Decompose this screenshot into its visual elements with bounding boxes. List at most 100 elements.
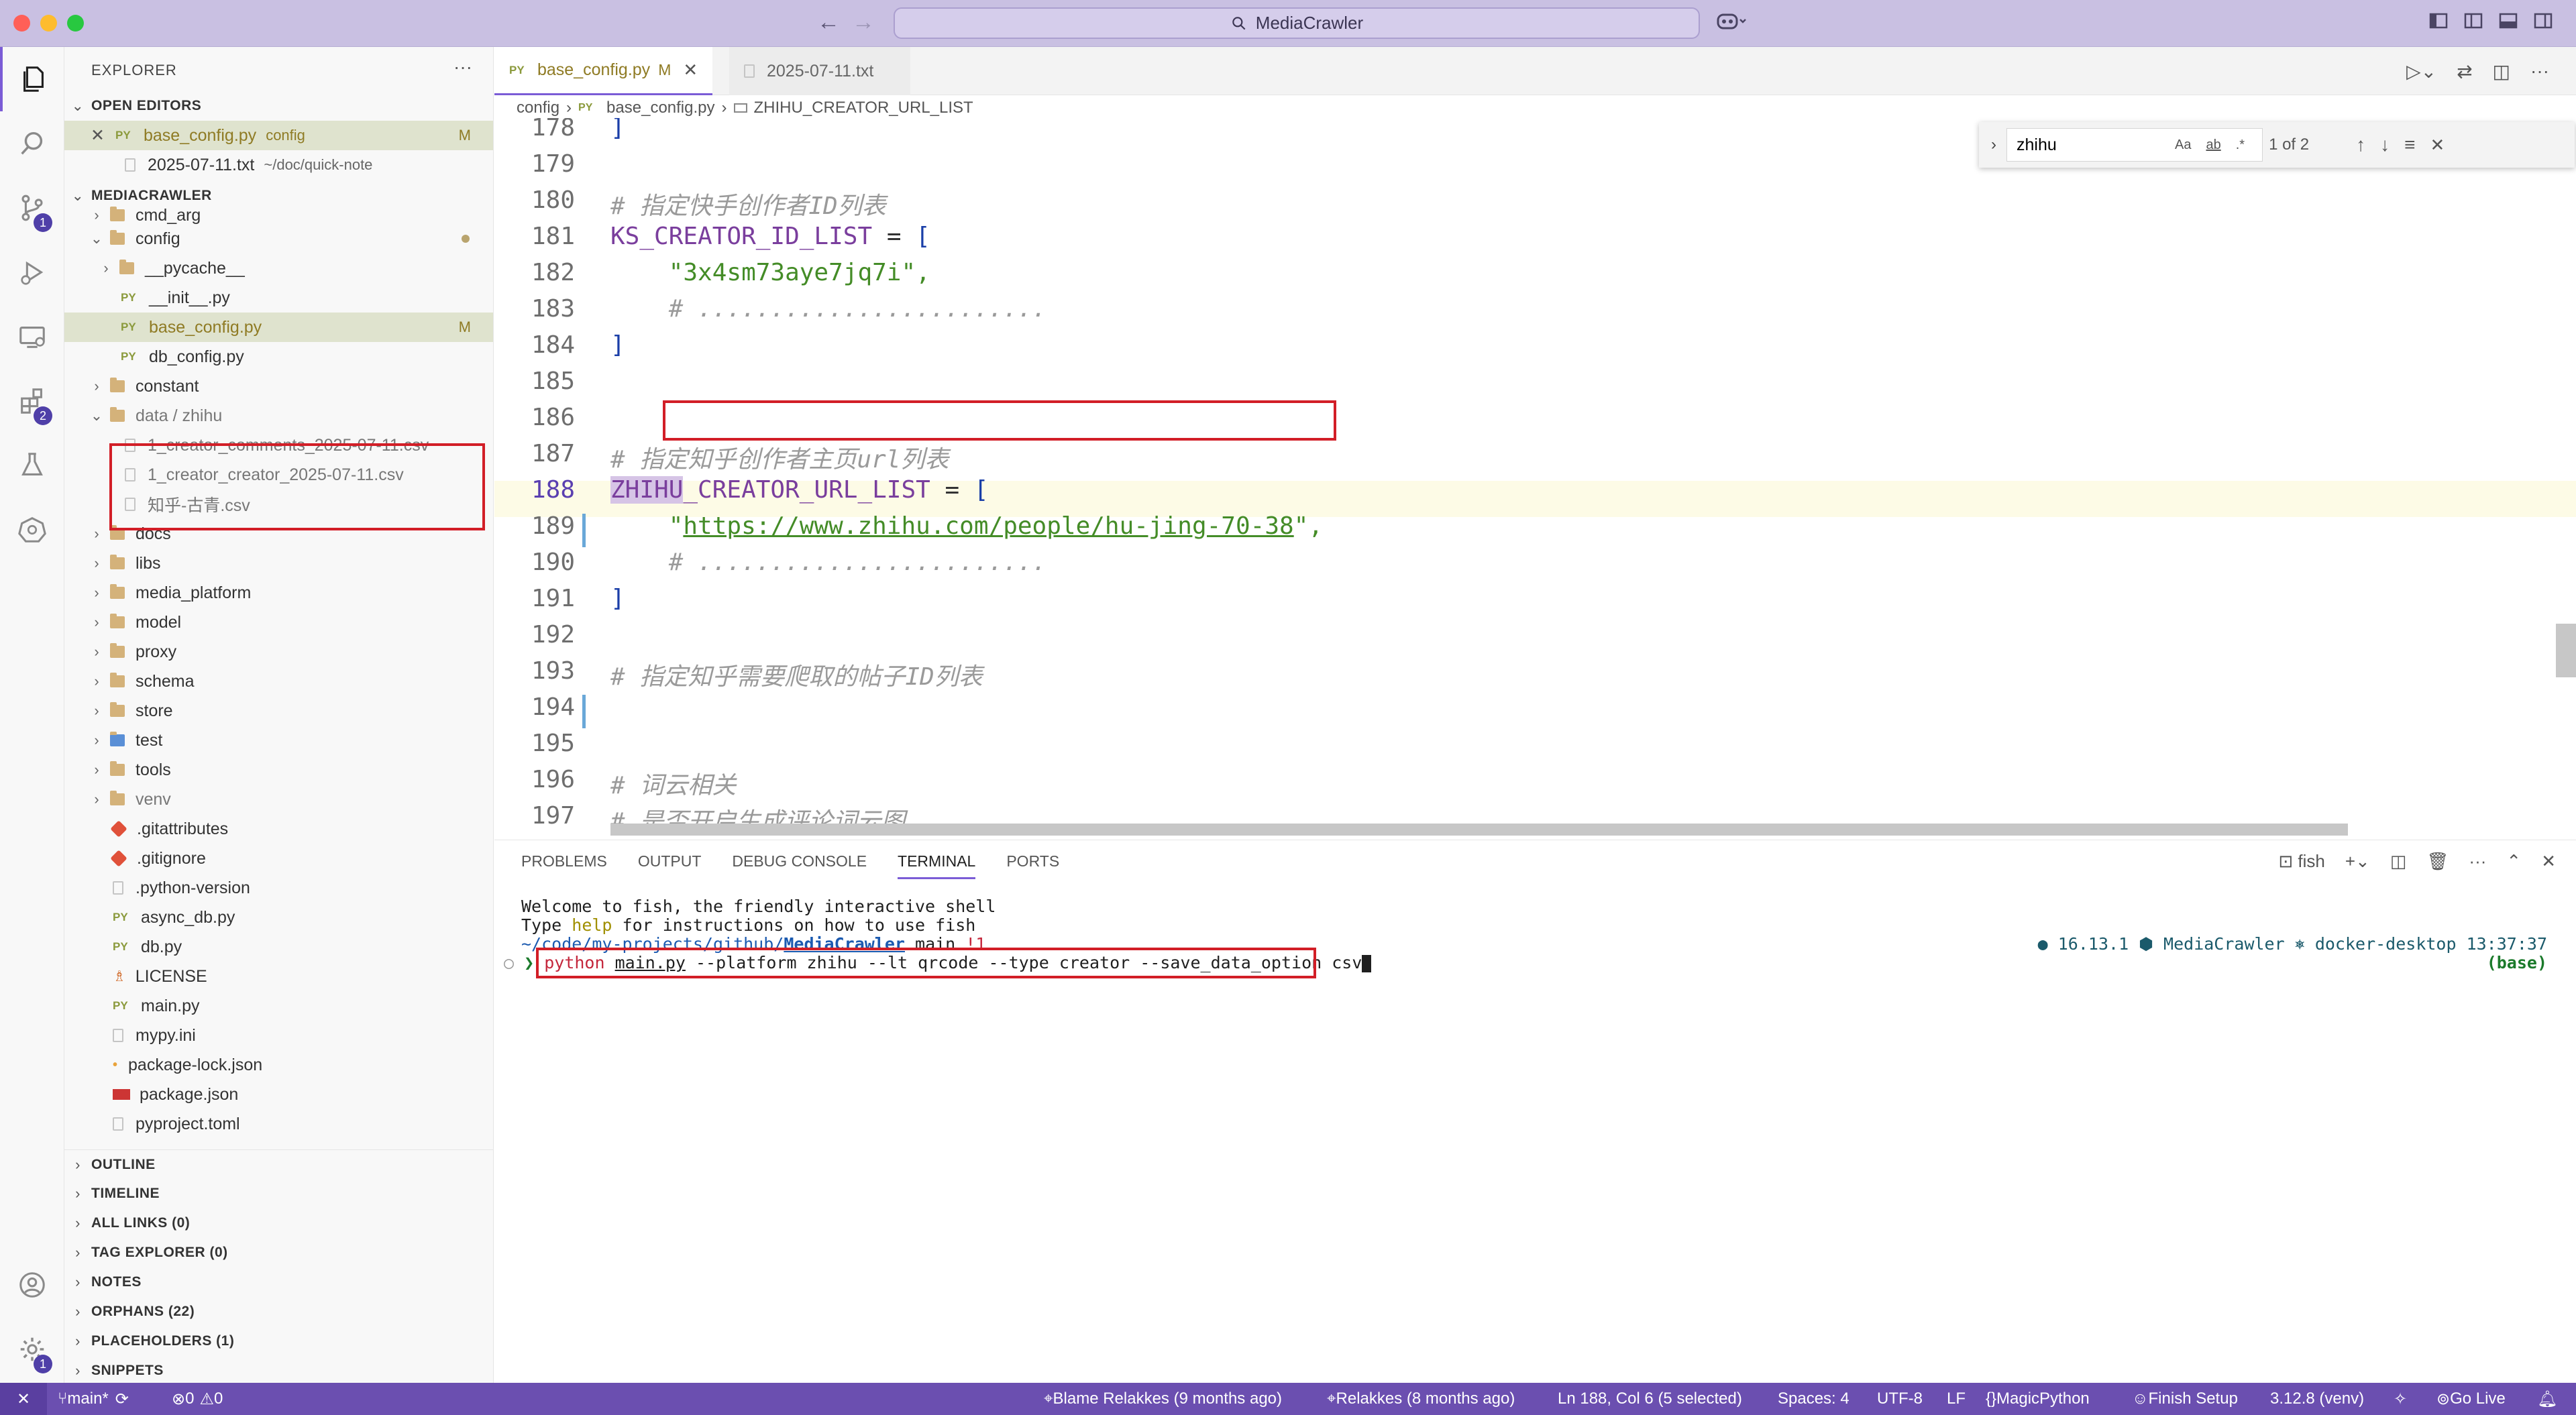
code-editor[interactable]: 178 179 180 181 182 183 184 185 186 187 …: [494, 118, 2576, 837]
command-center-search[interactable]: MediaCrawler: [894, 7, 1700, 39]
tab-base-config[interactable]: PY base_config.py M ✕: [494, 47, 713, 95]
tab-problems[interactable]: PROBLEMS: [521, 852, 607, 879]
match-case-toggle[interactable]: Aa: [2175, 137, 2191, 153]
accounts-icon[interactable]: [0, 1253, 64, 1317]
new-terminal-icon[interactable]: +⌄: [2345, 851, 2370, 872]
tree-file-base-config[interactable]: PY base_config.py M: [64, 313, 493, 342]
next-match-icon[interactable]: ↓: [2380, 134, 2390, 156]
breadcrumb-folder[interactable]: config: [517, 99, 559, 117]
manage-gear-icon[interactable]: 1: [0, 1317, 64, 1381]
tree-file-python-version[interactable]: .python-version: [64, 873, 493, 903]
testing-flask-icon[interactable]: [0, 433, 64, 498]
explorer-icon[interactable]: [0, 47, 64, 111]
tree-file-package-lock[interactable]: • package-lock.json: [64, 1050, 493, 1080]
close-tab-icon[interactable]: ✕: [683, 60, 698, 80]
open-editor-note[interactable]: 2025-07-11.txt ~/doc/quick-note: [64, 150, 493, 180]
tab-note[interactable]: 2025-07-11.txt: [729, 47, 910, 95]
tree-file-mypy[interactable]: mypy.ini: [64, 1021, 493, 1050]
url-link[interactable]: https://www.zhihu.com/people/hu-jing-70-…: [683, 512, 1293, 540]
branch-indicator[interactable]: ⑂ main* ⟳: [58, 1383, 129, 1415]
vertical-scrollbar[interactable]: [2556, 624, 2576, 677]
more-actions-icon[interactable]: ···: [453, 56, 472, 78]
language-mode[interactable]: {} MagicPython: [1986, 1383, 2090, 1415]
toggle-secondary-sidebar-icon[interactable]: [2533, 11, 2556, 34]
tree-file-main[interactable]: PY main.py: [64, 991, 493, 1021]
horizontal-scrollbar[interactable]: [610, 824, 2348, 836]
window-minimize-button[interactable]: [40, 15, 57, 32]
kubernetes-icon[interactable]: [0, 498, 64, 562]
terminal-shell-selector[interactable]: ⊡ fish: [2278, 851, 2325, 872]
tree-folder-model[interactable]: › model: [64, 608, 493, 637]
more-actions-icon[interactable]: ···: [2469, 851, 2486, 872]
tree-folder-data-zhihu[interactable]: ⌄ data / zhihu: [64, 401, 493, 431]
tree-folder-schema[interactable]: › schema: [64, 667, 493, 696]
end-of-line[interactable]: LF: [1947, 1383, 1966, 1415]
tree-folder-proxy[interactable]: › proxy: [64, 637, 493, 667]
compare-changes-icon[interactable]: ⇄: [2457, 60, 2472, 82]
tree-folder-tools[interactable]: › tools: [64, 755, 493, 785]
find-input[interactable]: [2006, 128, 2263, 162]
indentation[interactable]: Spaces: 4: [1778, 1383, 1849, 1415]
tree-file-db-config[interactable]: PY db_config.py: [64, 342, 493, 372]
more-actions-icon[interactable]: ···: [2530, 60, 2549, 82]
notes-section[interactable]: › NOTES: [64, 1267, 493, 1297]
tree-folder-cmd-arg[interactable]: › cmd_arg: [64, 205, 493, 225]
toggle-sidebar-icon[interactable]: [2463, 11, 2486, 34]
tree-file-gitignore[interactable]: .gitignore: [64, 844, 493, 873]
window-maximize-button[interactable]: [67, 15, 84, 32]
window-close-button[interactable]: [13, 15, 30, 32]
tag-explorer-section[interactable]: › TAG EXPLORER (0): [64, 1238, 493, 1267]
encoding[interactable]: UTF-8: [1877, 1383, 1923, 1415]
previous-match-icon[interactable]: ↑: [2356, 134, 2365, 156]
close-find-icon[interactable]: ✕: [2430, 135, 2445, 156]
orphans-section[interactable]: › ORPHANS (22): [64, 1297, 493, 1326]
open-editor-base-config[interactable]: ✕ PY base_config.py config M: [64, 121, 493, 150]
all-links-section[interactable]: › ALL LINKS (0): [64, 1208, 493, 1238]
tab-terminal[interactable]: TERMINAL: [898, 852, 976, 879]
tree-file-license[interactable]: ♗ LICENSE: [64, 962, 493, 991]
timeline-section[interactable]: › TIMELINE: [64, 1179, 493, 1208]
git-blame[interactable]: ⌖ Blame Relakkes (9 months ago): [1044, 1383, 1282, 1415]
notifications-bell-icon[interactable]: 🔔︎: [2537, 1383, 2557, 1415]
source-control-icon[interactable]: 1: [0, 176, 64, 240]
tree-folder-media-platform[interactable]: › media_platform: [64, 578, 493, 608]
tab-debug-console[interactable]: DEBUG CONSOLE: [732, 852, 867, 879]
finish-setup[interactable]: ☺ Finish Setup: [2132, 1383, 2238, 1415]
match-word-toggle[interactable]: ab: [2206, 137, 2220, 153]
copilot-status-icon[interactable]: ✧: [2394, 1383, 2407, 1415]
placeholders-section[interactable]: › PLACEHOLDERS (1): [64, 1326, 493, 1356]
cursor-position[interactable]: Ln 188, Col 6 (5 selected): [1558, 1383, 1742, 1415]
tree-folder-test[interactable]: › test: [64, 726, 493, 755]
tree-folder-config[interactable]: ⌄ config: [64, 224, 493, 253]
tree-folder-venv[interactable]: › venv: [64, 785, 493, 814]
tree-folder-constant[interactable]: › constant: [64, 372, 493, 401]
tab-output[interactable]: OUTPUT: [638, 852, 702, 879]
tree-file-gitattributes[interactable]: .gitattributes: [64, 814, 493, 844]
tree-file-package-json[interactable]: package.json: [64, 1080, 493, 1109]
breadcrumb-file[interactable]: base_config.py: [606, 99, 714, 117]
find-in-selection-icon[interactable]: ≡: [2404, 134, 2415, 156]
extensions-icon[interactable]: 2: [0, 369, 64, 433]
tree-file-db[interactable]: PY db.py: [64, 932, 493, 962]
tree-file-init[interactable]: PY __init__.py: [64, 283, 493, 313]
tree-folder-pycache[interactable]: › __pycache__: [64, 253, 493, 283]
remote-explorer-icon[interactable]: [0, 304, 64, 369]
remote-indicator-icon[interactable]: ✕: [0, 1383, 47, 1415]
python-interpreter[interactable]: 3.12.8 (venv): [2270, 1383, 2364, 1415]
customize-layout-icon[interactable]: [2428, 11, 2451, 34]
split-terminal-icon[interactable]: ◫: [2390, 851, 2407, 872]
toggle-panel-icon[interactable]: [2498, 11, 2521, 34]
problems-indicator[interactable]: ⊗ 0 ⚠ 0: [172, 1383, 223, 1415]
maximize-panel-icon[interactable]: ⌃: [2506, 851, 2521, 872]
back-arrow-icon[interactable]: ←: [817, 9, 840, 36]
split-editor-icon[interactable]: ◫: [2493, 60, 2510, 82]
tree-file-pyproject[interactable]: pyproject.toml: [64, 1109, 493, 1139]
kill-terminal-icon[interactable]: 🗑: [2426, 851, 2449, 872]
open-editors-header[interactable]: ⌄ OPEN EDITORS: [64, 91, 493, 121]
close-panel-icon[interactable]: ✕: [2541, 851, 2556, 872]
snippets-section[interactable]: › SNIPPETS: [64, 1356, 493, 1383]
forward-arrow-icon[interactable]: →: [852, 9, 875, 36]
tree-folder-store[interactable]: › store: [64, 696, 493, 726]
tab-ports[interactable]: PORTS: [1006, 852, 1059, 879]
run-debug-icon[interactable]: [0, 240, 64, 304]
